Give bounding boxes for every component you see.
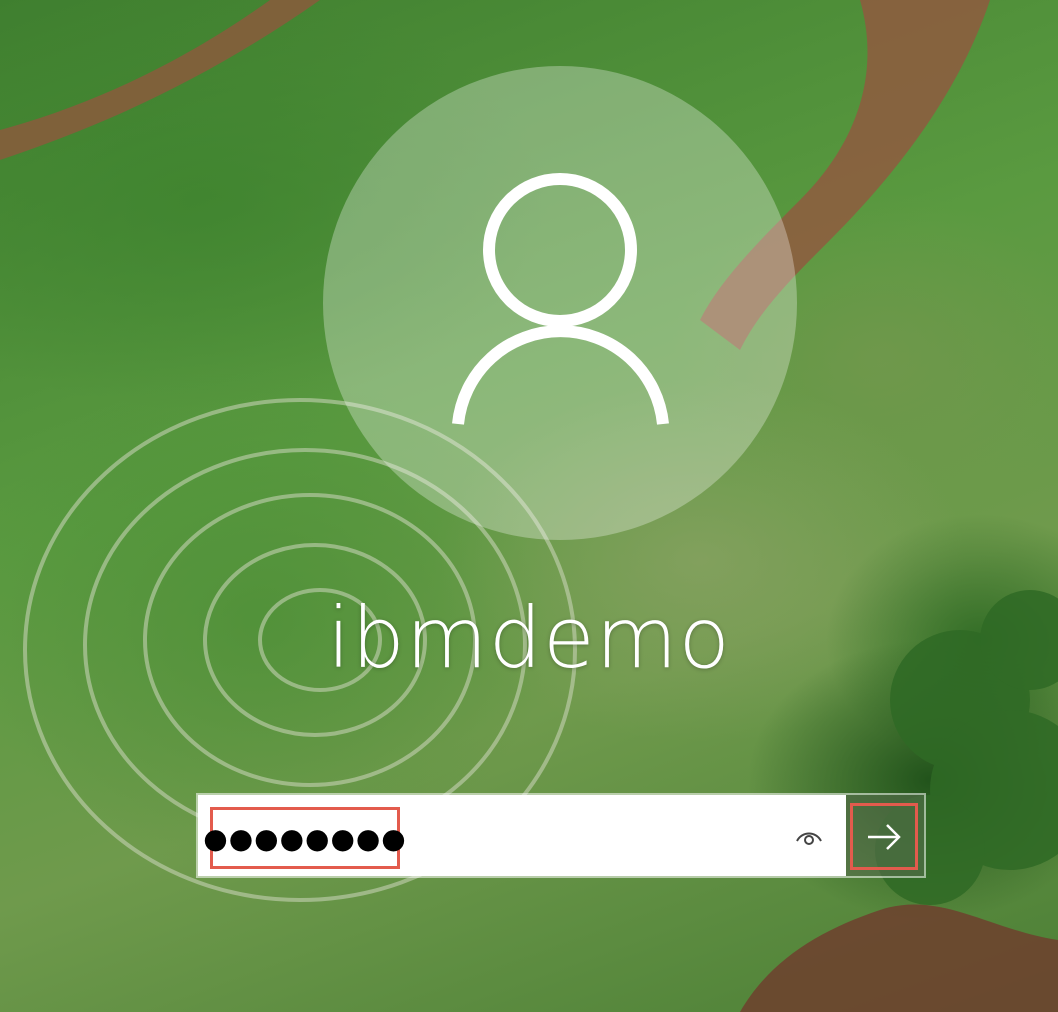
password-masked-value: ●●●●●●●● (203, 807, 406, 869)
password-row: ●●●●●●●● (196, 793, 926, 878)
submit-button[interactable] (846, 795, 924, 876)
submit-highlight (850, 803, 918, 870)
user-icon (452, 173, 669, 425)
user-avatar (323, 66, 797, 540)
arrow-right-icon (868, 823, 901, 850)
eye-icon[interactable] (794, 823, 824, 849)
username-label: ibmdemo (327, 589, 731, 687)
password-input[interactable]: ●●●●●●●● (198, 795, 846, 876)
